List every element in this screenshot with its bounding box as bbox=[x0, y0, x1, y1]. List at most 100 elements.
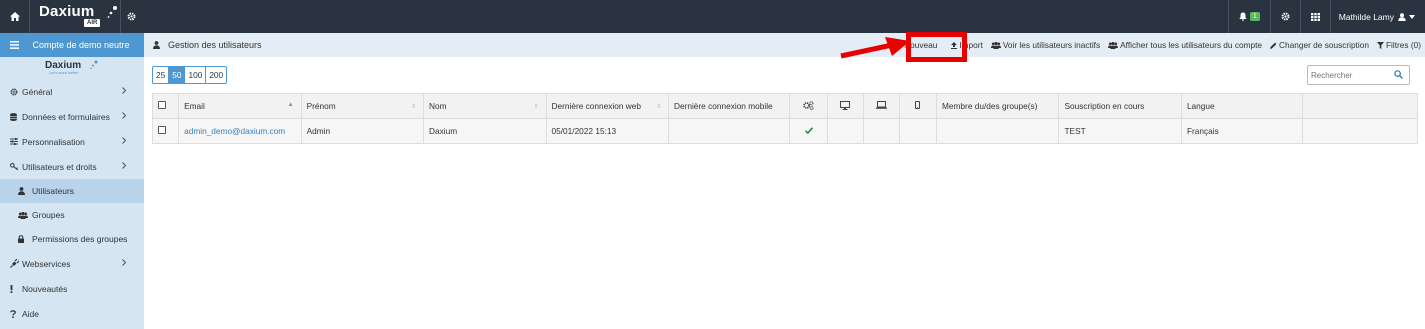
inactive-users-label: Voir les utilisateurs inactifs bbox=[1002, 40, 1101, 50]
search-icon[interactable] bbox=[1394, 70, 1403, 79]
users-icon bbox=[990, 41, 1001, 49]
settings-toggle[interactable] bbox=[127, 0, 136, 33]
page-size-50[interactable]: 50 bbox=[168, 66, 186, 84]
select-all-checkbox[interactable] bbox=[158, 101, 166, 109]
notifications-button[interactable]: 1 bbox=[1227, 0, 1270, 33]
sidebar-subitem-label: Utilisateurs bbox=[32, 186, 75, 196]
user-icon bbox=[153, 41, 160, 49]
col-firstname-label: Prénom bbox=[306, 101, 336, 111]
cell-desktop bbox=[826, 118, 864, 144]
col-last-mobile[interactable]: Dernière connexion mobile bbox=[667, 93, 791, 119]
cell-subscription: TEST bbox=[1058, 118, 1182, 144]
plug-icon bbox=[10, 259, 19, 268]
page-size-100[interactable]: 100 bbox=[184, 66, 207, 84]
chevron-right-icon bbox=[122, 137, 126, 144]
filters-button[interactable]: Filtres (0) bbox=[1376, 40, 1421, 50]
users-icon bbox=[18, 211, 28, 219]
inactive-users-button[interactable]: Voir les utilisateurs inactifs bbox=[990, 40, 1101, 50]
page-size-25[interactable]: 25 bbox=[152, 66, 170, 84]
cell-last-mobile bbox=[667, 118, 791, 144]
page-title-text: Gestion des utilisateurs bbox=[168, 40, 262, 50]
apps-grid-button[interactable] bbox=[1299, 0, 1330, 33]
table-row[interactable]: admin_demo@daxium.com Admin Daxium 05/01… bbox=[151, 118, 1418, 144]
daxium-logo[interactable]: Daxium AIR bbox=[31, 0, 121, 33]
user-name: Mathilde Lamy bbox=[1338, 11, 1394, 22]
account-header[interactable]: Compte de demo neutre bbox=[0, 33, 144, 57]
sidebar-item-news[interactable]: Nouveautés bbox=[0, 276, 144, 301]
gear-icon bbox=[127, 12, 136, 21]
all-users-label: Afficher tous les utilisateurs du compte bbox=[1120, 40, 1263, 50]
col-admin[interactable] bbox=[789, 93, 828, 119]
settings-button[interactable] bbox=[1269, 0, 1300, 33]
sidebar-item-webservices[interactable]: Webservices bbox=[0, 251, 144, 276]
red-arrow-annotation bbox=[840, 37, 910, 59]
top-navbar: Daxium AIR 1 Mathilde Lamy bbox=[0, 0, 1425, 33]
col-last-web[interactable]: Dernière connexion web ⇕ bbox=[545, 93, 669, 119]
col-firstname[interactable]: Prénom ⇕ bbox=[300, 93, 425, 119]
user-menu[interactable]: Mathilde Lamy bbox=[1329, 0, 1425, 33]
row-checkbox[interactable] bbox=[158, 126, 166, 134]
cell-email: admin_demo@daxium.com bbox=[178, 118, 302, 144]
sidebar: Compte de demo neutre Daxium Let's work … bbox=[0, 33, 144, 329]
sidebar-item-data-forms[interactable]: Données et formulaires bbox=[0, 104, 144, 129]
search-box bbox=[1307, 65, 1410, 85]
sidebar-item-general[interactable]: Général bbox=[0, 79, 144, 104]
filter-icon bbox=[1376, 41, 1384, 49]
home-icon bbox=[9, 12, 20, 21]
grid-icon bbox=[1310, 12, 1320, 21]
cell-language: Français bbox=[1180, 118, 1304, 144]
col-subscription[interactable]: Souscription en cours bbox=[1058, 93, 1182, 119]
sidebar-item-users[interactable]: Utilisateurs bbox=[0, 179, 144, 203]
col-lastname-label: Nom bbox=[429, 101, 447, 111]
lock-icon bbox=[18, 235, 24, 243]
search-input[interactable] bbox=[1308, 66, 1388, 84]
home-button[interactable] bbox=[0, 0, 30, 33]
email-link[interactable]: admin_demo@daxium.com bbox=[184, 126, 285, 136]
col-email[interactable]: Email ▲ bbox=[178, 93, 302, 119]
exclamation-icon bbox=[10, 284, 13, 293]
cell-mobile bbox=[898, 118, 938, 144]
col-language[interactable]: Langue bbox=[1180, 93, 1304, 119]
red-highlight-box bbox=[906, 32, 967, 62]
all-users-button[interactable]: Afficher tous les utilisateurs du compte bbox=[1108, 40, 1262, 50]
change-subscription-button[interactable]: Changer de souscription bbox=[1270, 40, 1369, 50]
col-subscription-label: Souscription en cours bbox=[1064, 101, 1145, 111]
sidebar-item-help[interactable]: Aide bbox=[0, 301, 144, 326]
caret-down-icon bbox=[1409, 14, 1415, 19]
col-desktop[interactable] bbox=[826, 93, 864, 119]
cell-groups bbox=[935, 118, 1060, 144]
bell-icon bbox=[1239, 12, 1247, 21]
header-actions: Nouveau Import Voir les utilisateurs ina… bbox=[896, 33, 1425, 57]
users-table: Email ▲ Prénom ⇕ Nom ⇕ Dernière connexion w… bbox=[151, 93, 1418, 144]
sidebar-item-groups[interactable]: Groupes bbox=[0, 203, 144, 227]
sidebar-subitem-label: Groupes bbox=[32, 210, 65, 220]
desktop-icon bbox=[840, 100, 851, 110]
row-select-cell bbox=[151, 118, 180, 144]
cell-extra bbox=[1302, 118, 1418, 144]
pencil-icon bbox=[1270, 42, 1277, 49]
chevron-right-icon bbox=[122, 87, 126, 94]
col-lastname[interactable]: Nom ⇕ bbox=[423, 93, 547, 119]
change-subscription-label: Changer de souscription bbox=[1279, 40, 1369, 50]
col-laptop[interactable] bbox=[862, 93, 900, 119]
col-last-mobile-label: Dernière connexion mobile bbox=[673, 101, 773, 111]
sidebar-item-group-permissions[interactable]: Permissions des groupes bbox=[0, 227, 144, 251]
col-mobile[interactable] bbox=[898, 93, 938, 119]
menu-toggle[interactable] bbox=[0, 41, 28, 49]
page-size-200[interactable]: 200 bbox=[205, 66, 228, 84]
col-groups[interactable]: Membre du/des groupe(s) bbox=[935, 93, 1060, 119]
sidebar-item-users-rights[interactable]: Utilisateurs et droits bbox=[0, 154, 144, 179]
col-extra bbox=[1302, 93, 1418, 119]
chevron-right-icon bbox=[122, 162, 126, 169]
sort-icon: ⇕ bbox=[533, 104, 539, 110]
gears-icon bbox=[803, 100, 814, 110]
col-last-web-label: Dernière connexion web bbox=[551, 101, 641, 111]
sidebar-subitem-label: Permissions des groupes bbox=[32, 234, 128, 244]
col-groups-label: Membre du/des groupe(s) bbox=[942, 101, 1038, 111]
sidebar-item-personalization[interactable]: Personnalisation bbox=[0, 129, 144, 154]
logo-text: Daxium bbox=[39, 3, 95, 20]
mobile-icon bbox=[915, 101, 921, 109]
user-icon bbox=[18, 187, 25, 195]
logo-dots-icon bbox=[90, 60, 98, 70]
logo-dots-icon bbox=[107, 6, 117, 18]
